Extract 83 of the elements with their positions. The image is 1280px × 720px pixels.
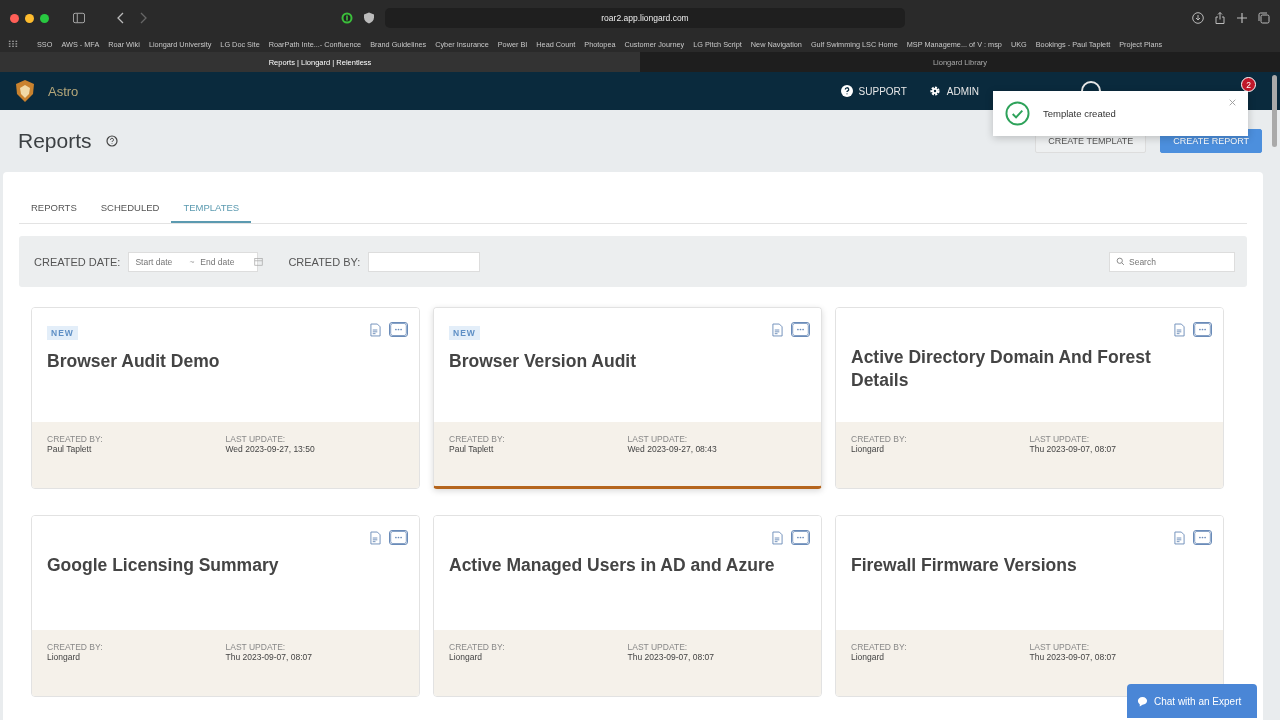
share-icon[interactable] [1214,12,1226,24]
scrollbar[interactable] [1272,75,1277,147]
page-title: Reports [18,129,92,153]
document-icon[interactable] [370,530,381,545]
apps-grid-icon[interactable] [8,39,18,49]
more-icon[interactable] [1193,530,1212,545]
template-card[interactable]: Google Licensing Summary CREATED BY: Liongard LAST UPDATE: Thu 2023-09-07, 08:07 [31,515,420,697]
chat-button[interactable]: Chat with an Expert [1127,684,1257,718]
more-icon[interactable] [389,530,408,545]
new-badge: NEW [449,326,480,340]
toast-message: Template created [1043,108,1116,119]
new-tab-icon[interactable] [1236,12,1248,24]
field-label: CREATED BY: [449,642,506,652]
chat-icon [1137,695,1148,707]
settings-icon [928,85,941,97]
card-title: Browser Audit Demo [47,350,221,373]
search-icon [1116,257,1125,266]
tab[interactable]: SCHEDULED [88,194,172,223]
help-icon[interactable] [105,135,118,147]
lion-logo[interactable] [14,79,36,103]
template-card[interactable]: Firewall Firmware Versions CREATED BY: Liongard LAST UPDATE: Thu 2023-09-07, 08:07 [835,515,1224,697]
created-by-field[interactable] [368,251,481,272]
new-badge: NEW [47,326,78,340]
document-icon[interactable] [772,530,783,545]
document-icon[interactable] [1174,530,1185,545]
update-date: Thu 2023-09-07, 08:07 [627,652,715,662]
field-label: LAST UPDATE: [1029,642,1091,652]
update-date: Wed 2023-09-27, 13:50 [225,444,316,454]
password-icon[interactable] [341,12,353,24]
window-controls[interactable] [10,13,49,23]
creator-name: Liongard [851,444,886,454]
template-card[interactable]: NEW Browser Audit Demo CREATED BY: Paul Taplett LAST UPDATE: Wed 2023-09-27, 13:50 [31,307,420,489]
document-icon[interactable] [772,322,783,337]
app-name: Astro [48,83,79,99]
card-title: Active Managed Users in AD and Azure [449,554,776,577]
field-label: LAST UPDATE: [627,434,689,444]
creator-name: Liongard [449,652,484,662]
creator-name: Liongard [47,652,82,662]
more-icon[interactable] [389,322,408,337]
field-label: LAST UPDATE: [1029,434,1091,444]
search-box[interactable]: Search [1109,251,1235,272]
calendar-icon[interactable] [254,257,264,266]
creator-name: Paul Taplett [449,444,495,454]
update-date: Thu 2023-09-07, 08:07 [225,652,313,662]
document-icon[interactable] [1174,322,1185,337]
field-label: LAST UPDATE: [627,642,689,652]
close-icon[interactable] [1229,99,1236,106]
field-label: LAST UPDATE: [225,642,287,652]
card-title: Active Directory Domain And Forest Details [851,346,1152,392]
nav-menu[interactable]: ADMIN [928,85,979,97]
update-date: Thu 2023-09-07, 08:07 [1029,444,1117,454]
update-date: Thu 2023-09-07, 08:07 [1029,652,1117,662]
field-label: CREATED BY: [449,434,506,444]
filter-label: CREATED BY: [288,255,361,268]
field-label: CREATED BY: [47,642,104,652]
sidebar-icon[interactable] [73,12,85,24]
tabs-overview-icon[interactable] [1258,12,1270,24]
nav-menu[interactable]: SUPPORT [840,85,907,97]
template-card[interactable]: Active Managed Users in AD and Azure CREATED BY: Liongard LAST UPDATE: Thu 2023-09-07, 08:07 [433,515,822,697]
shield-icon[interactable] [363,12,375,24]
card-title: Browser Version Audit [449,350,638,373]
creator-name: Paul Taplett [47,444,93,454]
filter-label: CREATED DATE: [34,255,121,268]
field-label: CREATED BY: [47,434,104,444]
card-title: Firewall Firmware Versions [851,554,1078,577]
template-card[interactable]: NEW Browser Version Audit CREATED BY: Paul Taplett LAST UPDATE: Wed 2023-09-27, 08:43 [433,307,822,489]
creator-name: Liongard [851,652,886,662]
range-separator: ~ [189,256,195,267]
field-label: CREATED BY: [851,434,908,444]
field-label: LAST UPDATE: [225,434,287,444]
help-icon [840,85,853,97]
more-icon[interactable] [791,530,810,545]
update-date: Wed 2023-09-27, 08:43 [627,444,718,454]
download-icon[interactable] [1192,12,1204,24]
address-bar[interactable]: roar2.app.liongard.com [385,8,905,28]
more-icon[interactable] [1193,322,1212,337]
tab[interactable]: REPORTS [19,194,89,223]
template-card[interactable]: Active Directory Domain And Forest Details CREATED BY: Liongard LAST UPDATE: Thu 2023-09-07, 08:07 [835,307,1224,489]
card-title: Google Licensing Summary [47,554,280,577]
document-icon[interactable] [370,322,381,337]
more-icon[interactable] [791,322,810,337]
check-circle-icon [1005,101,1030,126]
field-label: CREATED BY: [851,642,908,652]
